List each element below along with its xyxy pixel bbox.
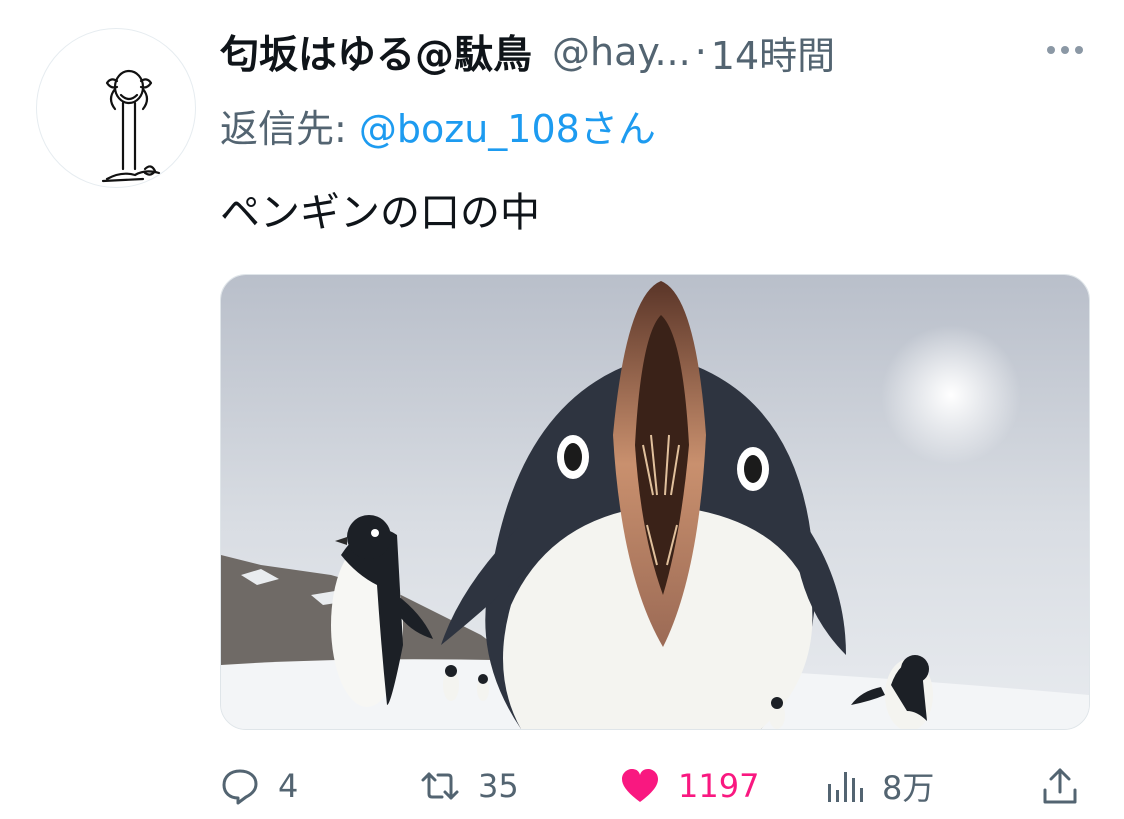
reply-count: 4 [278,767,299,805]
views-count: 8万 [882,769,935,807]
reply-context: 返信先: @bozu_108さん [220,98,656,153]
reply-button[interactable]: 4 [220,756,298,816]
like-button[interactable]: 1197 [620,756,759,816]
penguin-photo [221,275,1089,729]
tweet-header: 匂坂はゆる@駄鳥 @hay... · 14時間 [220,24,1020,80]
tweet-text: ペンギンの口の中 [220,190,540,236]
share-button[interactable] [1040,756,1080,816]
heart-icon [622,769,658,802]
user-handle[interactable]: @hay... [552,30,691,74]
analytics-bars-icon [828,772,863,802]
avatar[interactable] [36,28,196,188]
more-options-button[interactable] [1040,30,1090,70]
reply-mention-link[interactable]: @bozu_108さん [359,107,656,151]
retweet-button[interactable]: 35 [420,756,519,816]
views-button[interactable]: 8万 [824,756,934,816]
like-count: 1197 [678,767,760,805]
reply-prefix: 返信先: [220,107,359,151]
retweet-icon [421,772,459,800]
retweet-count: 35 [478,767,519,805]
avatar-doodle-image [101,69,161,183]
separator-dot: · [694,30,707,74]
comment-bubble-icon [222,769,258,805]
tweet-media-image[interactable] [220,274,1090,730]
action-bar: 4 35 1197 8万 [220,756,1088,816]
tweet[interactable]: 匂坂はゆる@駄鳥 @hay... · 14時間 返信先: @bozu_108さん… [0,0,1124,819]
display-name[interactable]: 匂坂はゆる@駄鳥 [220,24,532,80]
timestamp[interactable]: 14時間 [711,25,835,80]
share-upload-icon [1043,768,1077,804]
more-dots-icon [1047,46,1083,54]
